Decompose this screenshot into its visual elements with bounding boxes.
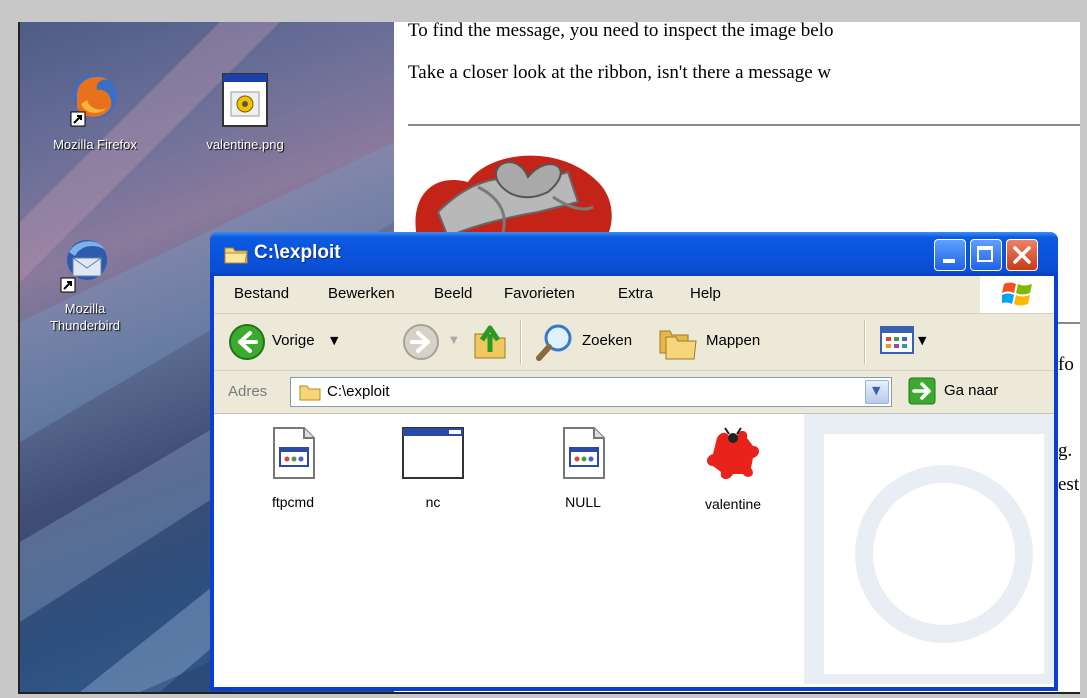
folders-icon bbox=[659, 330, 697, 360]
file-name: ftpcmd bbox=[271, 494, 314, 510]
folders-button-label: Mappen bbox=[706, 332, 761, 349]
folder-icon bbox=[224, 247, 248, 264]
thunderbird-icon bbox=[60, 240, 107, 293]
page-divider bbox=[408, 124, 1080, 126]
back-button[interactable]: Vorige ▼ bbox=[228, 322, 378, 362]
page-text-fragment: fo bbox=[1058, 354, 1074, 375]
puzzle-bug-icon bbox=[707, 427, 759, 480]
window-title: C:\exploit bbox=[254, 242, 341, 263]
desktop-icon-valentine-png[interactable]: valentine.png bbox=[170, 68, 320, 153]
page-text-line: Take a closer look at the ribbon, isn't … bbox=[408, 62, 832, 83]
window-client-area: Bestand Bewerken Beeld Favorieten Extra … bbox=[214, 276, 1054, 687]
folder-icon bbox=[299, 385, 321, 401]
maximize-button[interactable] bbox=[970, 239, 1002, 271]
close-button[interactable] bbox=[1006, 239, 1038, 271]
file-name: NULL bbox=[565, 494, 601, 510]
views-icon bbox=[880, 326, 914, 354]
file-name: nc bbox=[425, 494, 441, 510]
back-arrow-icon bbox=[229, 324, 265, 360]
menu-item-bestand[interactable]: Bestand bbox=[234, 285, 289, 302]
menu-item-favorieten[interactable]: Favorieten bbox=[504, 285, 575, 302]
menu-item-bewerken[interactable]: Bewerken bbox=[328, 285, 395, 302]
menubar-logo-area bbox=[980, 276, 1054, 313]
back-button-label: Vorige bbox=[272, 332, 315, 349]
desktop-icon-firefox[interactable]: Mozilla Firefox bbox=[20, 68, 170, 153]
folders-button[interactable]: Mappen bbox=[658, 322, 798, 362]
views-button[interactable]: ▼ bbox=[880, 326, 940, 358]
address-bar: Adres C:\exploit ▼ Ga naar bbox=[214, 371, 1054, 414]
go-button[interactable]: Ga naar bbox=[908, 377, 1048, 407]
desktop-icon-label: Mozilla Firefox bbox=[53, 137, 137, 152]
file-item-valentine[interactable]: valentine bbox=[678, 426, 788, 512]
desktop-icon-label: Mozilla Thunderbird bbox=[49, 301, 121, 333]
toolbar-separator bbox=[864, 320, 866, 364]
maximize-icon bbox=[977, 246, 993, 262]
menu-item-help[interactable]: Help bbox=[690, 285, 721, 302]
page-text-fragment: g. bbox=[1058, 440, 1073, 461]
up-folder-button[interactable] bbox=[472, 322, 508, 360]
file-item-nc[interactable]: nc bbox=[378, 426, 488, 510]
page-text-line: To find the message, you need to inspect… bbox=[408, 22, 834, 41]
batch-file-icon bbox=[563, 427, 605, 479]
address-label: Adres bbox=[228, 383, 268, 400]
menu-item-extra[interactable]: Extra bbox=[618, 285, 653, 302]
file-name: valentine bbox=[704, 496, 762, 512]
toolbar: Vorige ▼ ▼ Zoeken Mappen ▼ bbox=[214, 314, 1054, 371]
heart-gift-image bbox=[415, 155, 612, 242]
minimize-icon bbox=[943, 259, 955, 263]
forward-button[interactable] bbox=[402, 323, 440, 361]
watermark-graphic bbox=[804, 414, 1054, 684]
desktop-icon-thunderbird[interactable]: Mozilla Thunderbird bbox=[20, 234, 150, 334]
search-icon bbox=[536, 324, 572, 361]
minimize-button[interactable] bbox=[934, 239, 966, 271]
forward-dropdown-icon: ▼ bbox=[450, 335, 458, 346]
explorer-window: C:\exploit Bestand Bewerken Beeld Favori… bbox=[210, 232, 1058, 691]
go-arrow-icon bbox=[908, 377, 936, 405]
address-value: C:\exploit bbox=[327, 383, 390, 400]
firefox-icon bbox=[70, 74, 117, 127]
application-window-icon bbox=[222, 73, 268, 127]
application-window-icon bbox=[402, 427, 464, 479]
menu-bar: Bestand Bewerken Beeld Favorieten Extra … bbox=[214, 276, 1054, 314]
page-text-fragment: est bbox=[1058, 474, 1080, 495]
desktop-icon-label: valentine.png bbox=[206, 137, 284, 152]
back-dropdown-icon: ▼ bbox=[330, 334, 339, 347]
window-titlebar[interactable]: C:\exploit bbox=[210, 232, 1058, 276]
menu-item-beeld[interactable]: Beeld bbox=[434, 285, 472, 302]
address-field[interactable]: C:\exploit ▼ bbox=[290, 377, 892, 407]
toolbar-separator bbox=[520, 320, 522, 364]
windows-logo-icon bbox=[1002, 282, 1032, 306]
close-icon bbox=[1013, 246, 1031, 264]
search-button-label: Zoeken bbox=[582, 332, 633, 349]
screenshot-frame: Mozilla Firefox valentine.png Mozilla Th… bbox=[0, 0, 1087, 698]
screen: Mozilla Firefox valentine.png Mozilla Th… bbox=[18, 22, 1080, 694]
batch-file-icon bbox=[273, 427, 315, 479]
chevron-down-icon: ▼ bbox=[872, 384, 881, 397]
go-button-label: Ga naar bbox=[944, 382, 999, 399]
search-button[interactable]: Zoeken bbox=[536, 322, 646, 362]
file-item-ftpcmd[interactable]: ftpcmd bbox=[238, 426, 348, 510]
views-dropdown-icon: ▼ bbox=[918, 334, 927, 347]
address-dropdown-button[interactable]: ▼ bbox=[865, 380, 889, 404]
file-item-null[interactable]: NULL bbox=[528, 426, 638, 510]
